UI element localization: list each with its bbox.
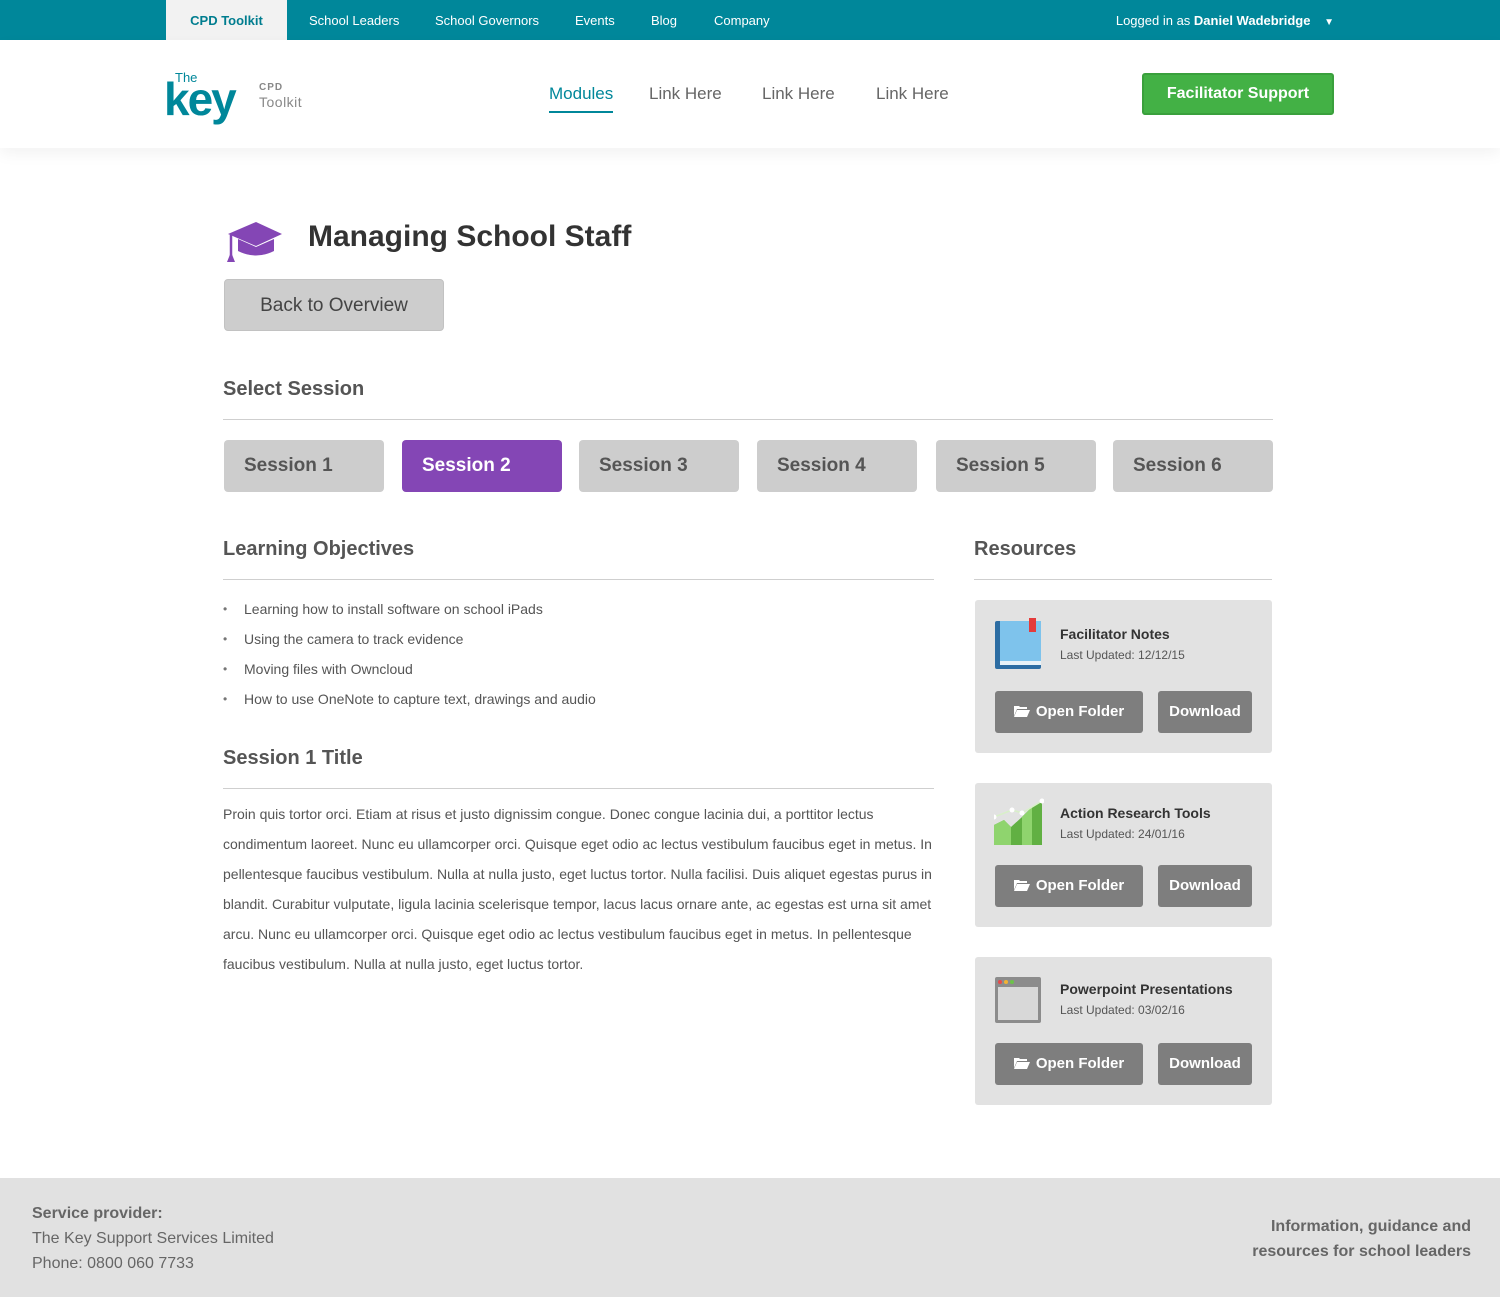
- objectives-list: Learning how to install software on scho…: [223, 594, 596, 714]
- session-tab-2[interactable]: Session 2: [402, 440, 562, 492]
- resource-updated: Last Updated: 24/01/16: [1060, 827, 1185, 841]
- open-folder-label: Open Folder: [1035, 877, 1125, 894]
- tab-school-leaders[interactable]: School Leaders: [309, 0, 399, 40]
- download-button[interactable]: Download: [1158, 865, 1252, 907]
- logo-key: key: [164, 73, 237, 125]
- tab-blog[interactable]: Blog: [651, 0, 677, 40]
- provider-label: Service provider:: [32, 1205, 163, 1222]
- session-tab-6[interactable]: Session 6: [1113, 440, 1273, 492]
- session-tab-3[interactable]: Session 3: [579, 440, 739, 492]
- session-tab-4[interactable]: Session 4: [757, 440, 917, 492]
- resource-card-action-research-tools: Action Research Tools Last Updated: 24/0…: [975, 783, 1272, 927]
- divider: [974, 579, 1272, 580]
- list-item: Learning how to install software on scho…: [223, 594, 596, 624]
- session-tab-5[interactable]: Session 5: [936, 440, 1096, 492]
- logo-cpd: CPD: [259, 82, 284, 93]
- tab-school-governors[interactable]: School Governors: [435, 0, 539, 40]
- resources-heading: Resources: [974, 538, 1077, 560]
- session-tab-1[interactable]: Session 1: [224, 440, 384, 492]
- open-folder-label: Open Folder: [1035, 1055, 1125, 1072]
- tagline-line-2: resources for school leaders: [1252, 1243, 1471, 1260]
- divider: [223, 419, 1273, 420]
- tab-events[interactable]: Events: [575, 0, 615, 40]
- book-icon: [995, 618, 1041, 669]
- session-title-heading: Session 1 Title: [223, 747, 363, 769]
- resource-title: Powerpoint Presentations: [1060, 981, 1233, 997]
- divider: [223, 788, 934, 789]
- user-menu[interactable]: Logged in as Daniel Wadebridge ▼: [1116, 0, 1334, 40]
- open-folder-button[interactable]: Open Folder: [995, 865, 1143, 907]
- page-title: Managing School Staff: [308, 220, 632, 253]
- folder-open-icon: [1013, 880, 1030, 891]
- resource-title: Facilitator Notes: [1060, 626, 1170, 642]
- resource-updated: Last Updated: 12/12/15: [1060, 648, 1185, 662]
- open-folder-label: Open Folder: [1035, 703, 1125, 720]
- user-name: Daniel Wadebridge: [1193, 13, 1311, 28]
- list-item: How to use OneNote to capture text, draw…: [223, 684, 596, 714]
- nav-link-1[interactable]: Link Here: [649, 84, 722, 104]
- learning-objectives-heading: Learning Objectives: [223, 538, 415, 560]
- caret-down-icon[interactable]: ▼: [1324, 2, 1334, 44]
- site-header: The key CPD Toolkit Modules Link Here Li…: [0, 40, 1500, 148]
- logo-toolkit: Toolkit: [259, 94, 303, 110]
- graduation-cap-icon: [227, 222, 282, 262]
- site-footer: Service provider: The Key Support Servic…: [0, 1178, 1500, 1297]
- back-to-overview-button[interactable]: Back to Overview: [224, 279, 444, 331]
- session-description: Proin quis tortor orci. Etiam at risus e…: [223, 806, 932, 972]
- nav-link-2[interactable]: Link Here: [762, 84, 835, 104]
- resource-updated: Last Updated: 03/02/16: [1060, 1003, 1185, 1017]
- nav-link-3[interactable]: Link Here: [876, 84, 949, 104]
- download-button[interactable]: Download: [1158, 1043, 1252, 1085]
- open-folder-button[interactable]: Open Folder: [995, 691, 1143, 733]
- list-item: Moving files with Owncloud: [223, 654, 596, 684]
- list-item: Using the camera to track evidence: [223, 624, 596, 654]
- folder-open-icon: [1013, 1058, 1030, 1069]
- select-session-heading: Select Session: [223, 378, 365, 400]
- divider: [223, 579, 934, 580]
- window-icon: [995, 977, 1041, 1023]
- download-button[interactable]: Download: [1158, 691, 1252, 733]
- resource-title: Action Research Tools: [1060, 805, 1211, 821]
- nav-modules[interactable]: Modules: [549, 84, 614, 113]
- tab-cpd-toolkit[interactable]: CPD Toolkit: [166, 0, 287, 40]
- open-folder-button[interactable]: Open Folder: [995, 1043, 1143, 1085]
- folder-open-icon: [1013, 706, 1030, 717]
- user-prefix: Logged in as: [1115, 13, 1191, 28]
- provider-name: The Key Support Services Limited: [32, 1230, 274, 1247]
- facilitator-support-button[interactable]: Facilitator Support: [1142, 73, 1334, 115]
- top-bar: CPD Toolkit School Leaders School Govern…: [0, 0, 1500, 40]
- resource-card-powerpoint-presentations: Powerpoint Presentations Last Updated: 0…: [975, 957, 1272, 1105]
- chart-icon: [994, 798, 1044, 845]
- provider-phone: Phone: 0800 060 7733: [32, 1255, 194, 1272]
- tagline-line-1: Information, guidance and: [1270, 1218, 1471, 1235]
- tab-company[interactable]: Company: [714, 0, 770, 40]
- logo[interactable]: The key CPD Toolkit: [164, 70, 316, 130]
- resource-card-facilitator-notes: Facilitator Notes Last Updated: 12/12/15…: [975, 600, 1272, 753]
